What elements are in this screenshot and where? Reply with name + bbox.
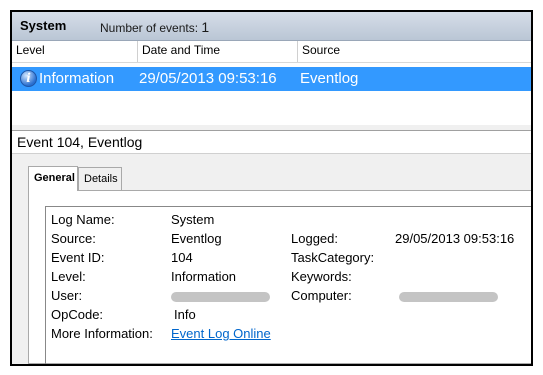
- general-tab-panel: Log Name: System Source: Eventlog Logged…: [28, 190, 531, 364]
- user-label: User:: [51, 288, 83, 303]
- level-value: Information: [171, 269, 237, 284]
- event-log-online-link[interactable]: Event Log Online: [171, 326, 271, 341]
- row-date-time: 29/05/2013 09:53:16: [139, 70, 277, 87]
- keywords-label: Keywords:: [291, 269, 352, 284]
- event-title-text: Event 104, Eventlog: [17, 134, 143, 150]
- level-label: Level:: [51, 269, 86, 284]
- tab-general[interactable]: General: [28, 166, 78, 191]
- event-id-label: Event ID:: [51, 250, 105, 265]
- row-level: Information: [39, 70, 115, 87]
- row-source: Eventlog: [300, 70, 359, 87]
- more-information-label: More Information:: [51, 326, 153, 341]
- computer-label: Computer:: [291, 288, 352, 303]
- information-icon: i: [20, 70, 37, 87]
- list-header: Level Date and Time Source: [12, 41, 531, 63]
- log-title-bar: System Number of events: 1: [12, 12, 531, 41]
- redacted-user-value: [171, 292, 270, 302]
- opcode-value: Info: [174, 307, 196, 322]
- log-name-label: Log Name:: [51, 212, 115, 227]
- event-id-value: 104: [171, 250, 193, 265]
- column-header-source[interactable]: Source: [297, 41, 531, 62]
- event-count-value: 1: [201, 19, 210, 35]
- event-count-label: Number of events:: [100, 21, 199, 35]
- source-value: Eventlog: [171, 231, 222, 246]
- source-label: Source:: [51, 231, 96, 246]
- tab-details[interactable]: Details: [78, 167, 122, 190]
- opcode-label: OpCode:: [51, 307, 104, 322]
- list-item[interactable]: i Information 29/05/2013 09:53:16 Eventl…: [12, 67, 531, 91]
- log-name-title: System: [20, 18, 67, 33]
- logged-label: Logged:: [291, 231, 338, 246]
- event-count: Number of events: 1: [100, 19, 209, 35]
- event-properties: Log Name: System Source: Eventlog Logged…: [45, 206, 531, 364]
- column-header-level[interactable]: Level: [12, 41, 137, 62]
- logged-value: 29/05/2013 09:53:16: [395, 231, 515, 246]
- event-detail-title: Event 104, Eventlog: [12, 130, 531, 154]
- log-name-value: System: [171, 212, 215, 227]
- events-list[interactable]: Level Date and Time Source i Information…: [12, 41, 531, 156]
- redacted-computer-value: [399, 292, 498, 302]
- column-header-date-time[interactable]: Date and Time: [137, 41, 297, 62]
- event-viewer-window: System Number of events: 1 Level Date an…: [10, 10, 533, 366]
- task-category-label: TaskCategory:: [291, 250, 375, 265]
